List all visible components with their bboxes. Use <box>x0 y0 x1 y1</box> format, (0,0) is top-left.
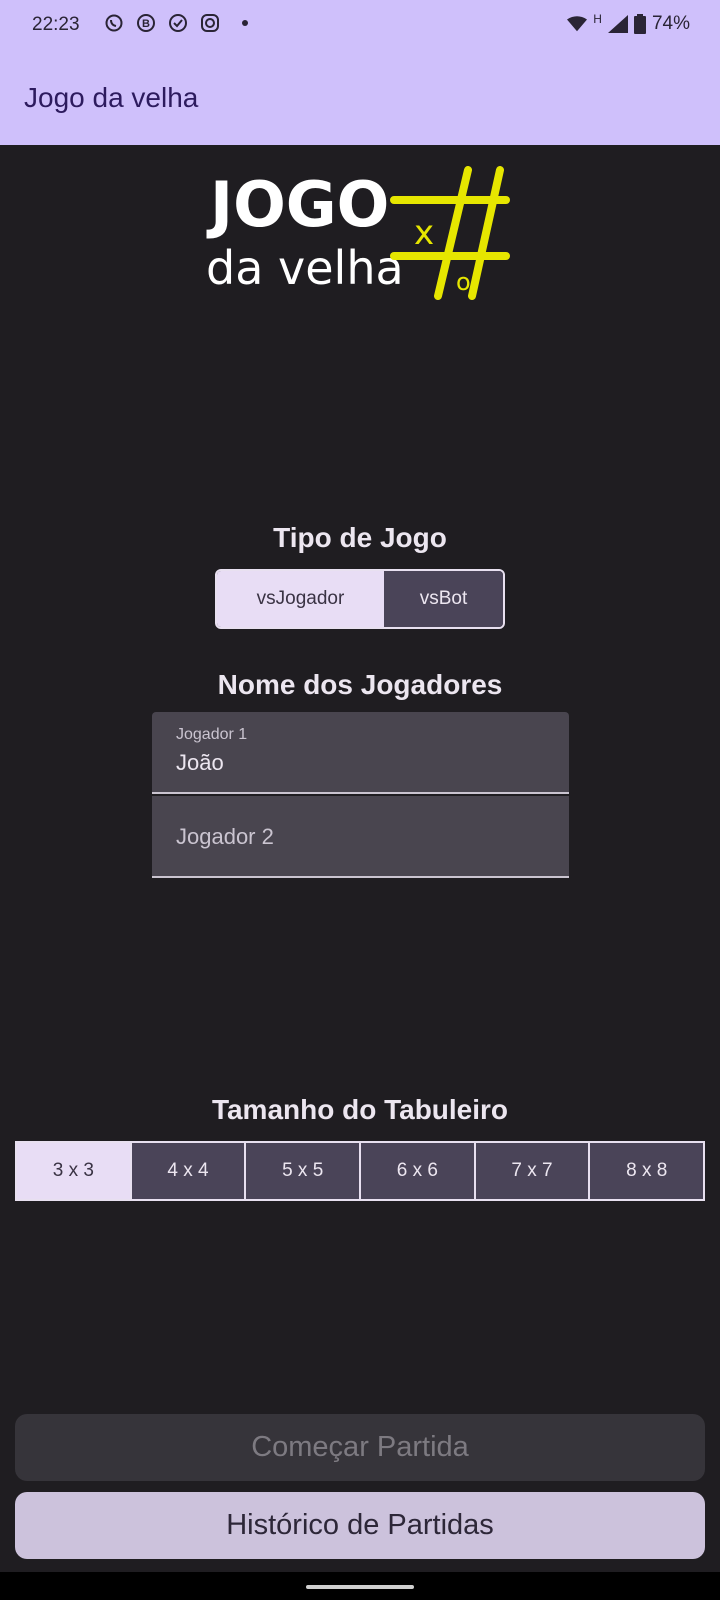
app-bar: Jogo da velha <box>0 52 720 145</box>
more-notifications-dot <box>242 20 248 26</box>
board-size-title: Tamanho do Tabuleiro <box>211 1094 509 1125</box>
battery-icon <box>633 14 646 34</box>
jogo-da-velha-logo: JOGO da velha x o <box>206 166 516 306</box>
status-bar: 22:23 B H 74% <box>0 0 720 52</box>
board-7x7-button[interactable]: 7 x 7 <box>475 1143 591 1199</box>
notification-icons: B <box>104 13 248 33</box>
b-badge-icon: B <box>136 13 156 33</box>
game-type-selector: vsJogador vsBot <box>215 569 505 629</box>
board-8x8-button[interactable]: 8 x 8 <box>590 1143 703 1199</box>
app-title: Jogo da velha <box>24 82 199 113</box>
player1-input[interactable]: João <box>176 750 224 776</box>
board-5x5-button[interactable]: 5 x 5 <box>246 1143 362 1199</box>
board-size-selector: 3 x 3 4 x 4 5 x 5 6 x 6 7 x 7 8 x 8 <box>15 1141 705 1201</box>
player2-input[interactable]: Jogador 2 <box>176 824 274 850</box>
network-type: H <box>593 12 602 26</box>
system-nav-bar <box>0 1572 720 1600</box>
logo-x-mark: x <box>414 213 434 253</box>
whatsapp-icon <box>104 13 124 33</box>
logo-o-mark: o <box>456 268 471 296</box>
match-history-button[interactable]: Histórico de Partidas <box>15 1492 705 1559</box>
instagram-icon <box>200 13 220 33</box>
board-6x6-button[interactable]: 6 x 6 <box>361 1143 476 1199</box>
svg-text:B: B <box>142 18 150 30</box>
status-time: 22:23 <box>32 14 80 35</box>
player1-field[interactable]: Jogador 1 João <box>152 712 569 794</box>
logo-word-da-velha: da velha <box>206 241 404 295</box>
system-icons: H 74% <box>567 12 690 35</box>
board-4x4-button[interactable]: 4 x 4 <box>131 1143 247 1199</box>
player1-label: Jogador 1 <box>176 726 248 743</box>
home-gesture-handle[interactable] <box>306 1585 414 1589</box>
board-3x3-button[interactable]: 3 x 3 <box>17 1143 132 1199</box>
start-match-button[interactable]: Começar Partida <box>15 1414 705 1481</box>
battery-percent: 74% <box>651 13 690 34</box>
signal-icon <box>607 14 628 34</box>
check-circle-icon <box>168 13 188 33</box>
vs-player-button[interactable]: vsJogador <box>217 571 384 627</box>
vs-bot-button[interactable]: vsBot <box>384 571 503 627</box>
game-type-title: Tipo de Jogo <box>273 522 447 553</box>
logo-word-jogo: JOGO <box>206 168 389 241</box>
hash-mark-icon <box>390 166 510 300</box>
wifi-icon <box>567 14 588 34</box>
player2-field[interactable]: Jogador 2 <box>152 796 569 878</box>
players-title: Nome dos Jogadores <box>217 669 503 700</box>
